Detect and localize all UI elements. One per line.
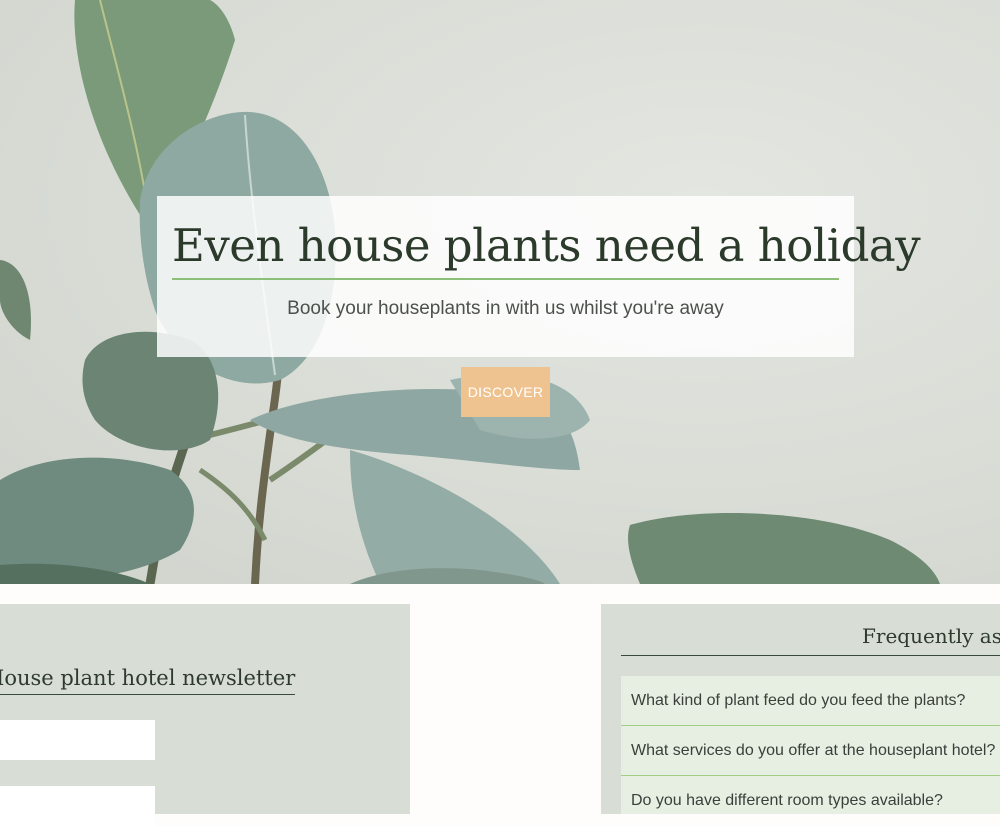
faq-question: Do you have different room types availab… (631, 791, 943, 809)
hero-card: Even house plants need a holiday Book yo… (157, 196, 921, 357)
faq-list: What kind of plant feed do you feed the … (621, 676, 1000, 814)
newsletter-panel: House plant hotel newsletter (0, 604, 410, 826)
faq-item[interactable]: Do you have different room types availab… (621, 776, 1000, 814)
faq-heading: Frequently asked questions (621, 622, 1000, 656)
faq-question: What services do you offer at the housep… (631, 741, 996, 759)
faq-question: What kind of plant feed do you feed the … (631, 691, 966, 709)
newsletter-name-field[interactable] (0, 720, 155, 760)
hero-section: Even house plants need a holiday Book yo… (0, 0, 1000, 584)
hero-title: Even house plants need a holiday (172, 216, 921, 280)
discover-button[interactable]: DISCOVER (461, 367, 550, 417)
hero-subtitle: Book your houseplants in with us whilst … (287, 298, 724, 319)
faq-heading-text: Frequently asked questions (862, 624, 1000, 648)
newsletter-email-field[interactable] (0, 786, 155, 826)
newsletter-heading: House plant hotel newsletter (0, 666, 296, 695)
faq-item[interactable]: What services do you offer at the housep… (621, 726, 1000, 776)
faq-panel: Frequently asked questions What kind of … (601, 604, 1000, 814)
faq-item[interactable]: What kind of plant feed do you feed the … (621, 676, 1000, 726)
